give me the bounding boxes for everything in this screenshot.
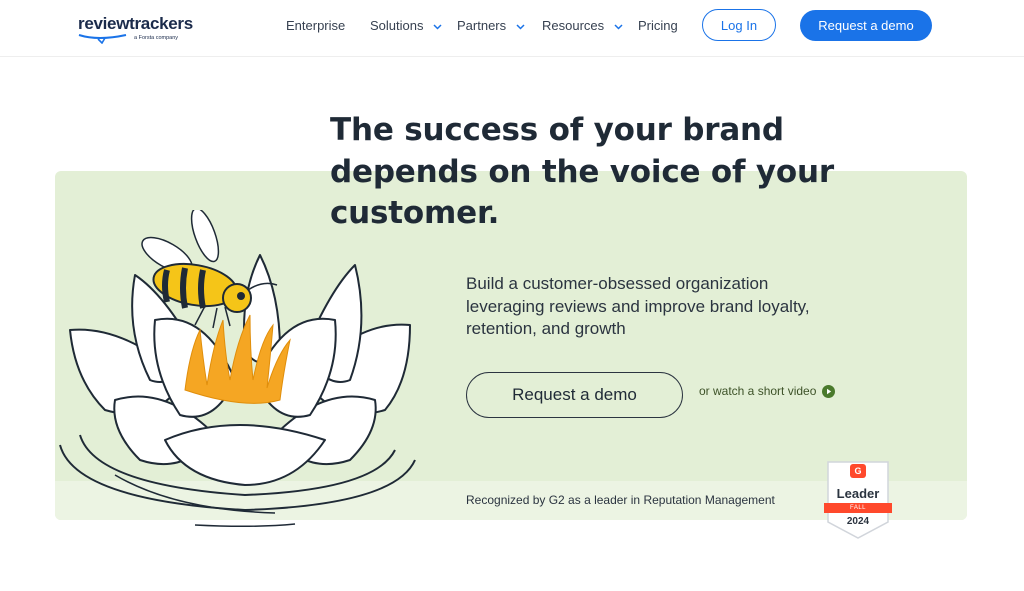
g2-logo-icon: G xyxy=(854,466,862,476)
nav-enterprise[interactable]: Enterprise xyxy=(286,18,345,33)
hero-subtext: Build a customer-obsessed organization l… xyxy=(466,273,896,341)
g2-leader-badge: G Leader FALL 2024 xyxy=(824,460,892,540)
badge-title: Leader xyxy=(836,486,880,501)
logo-swoosh-icon xyxy=(78,34,127,44)
watch-video-link[interactable]: or watch a short video xyxy=(699,384,836,398)
headline-line: depends on the voice of your xyxy=(330,153,834,190)
g2-recognition-text: Recognized by G2 as a leader in Reputati… xyxy=(466,493,775,507)
headline-line: The success of your brand xyxy=(330,112,784,148)
nav-enterprise-label: Enterprise xyxy=(286,18,346,33)
nav-pricing-label: Pricing xyxy=(638,18,678,33)
nav-solutions-label: Solutions xyxy=(370,18,424,33)
request-demo-button-header[interactable]: Request a demo xyxy=(800,10,932,41)
reviewtrackers-logo[interactable]: reviewtrackers a Forsta company xyxy=(78,14,193,46)
play-icon xyxy=(822,384,836,398)
nav-partners-label: Partners xyxy=(457,18,507,33)
logo-subtext: a Forsta company xyxy=(134,35,179,41)
hero-headline: The success of your brand depends on the… xyxy=(330,110,930,235)
request-demo-button-hero[interactable]: Request a demo xyxy=(466,372,683,418)
site-header: reviewtrackers a Forsta company Enterpri… xyxy=(0,0,1024,57)
chevron-down-icon xyxy=(614,24,623,30)
login-button[interactable]: Log In xyxy=(702,9,776,41)
nav-resources[interactable]: Resources xyxy=(542,18,623,33)
subtext-line: Build a customer-obsessed organization xyxy=(466,274,769,293)
bee-lily-illustration xyxy=(59,210,416,528)
watch-video-label: or watch a short video xyxy=(699,384,817,398)
logo-wordmark: reviewtrackers xyxy=(78,14,193,33)
chevron-down-icon xyxy=(433,24,442,30)
chevron-down-icon xyxy=(516,24,525,30)
nav-partners[interactable]: Partners xyxy=(457,18,525,33)
badge-season: FALL xyxy=(849,505,866,511)
badge-year: 2024 xyxy=(846,516,870,527)
nav-pricing[interactable]: Pricing xyxy=(638,18,678,33)
subtext-line: retention, and growth xyxy=(466,319,626,338)
nav-solutions[interactable]: Solutions xyxy=(370,18,442,33)
subtext-line: leveraging reviews and improve brand loy… xyxy=(466,296,810,316)
nav-resources-label: Resources xyxy=(542,18,605,33)
headline-line: customer. xyxy=(330,195,500,231)
